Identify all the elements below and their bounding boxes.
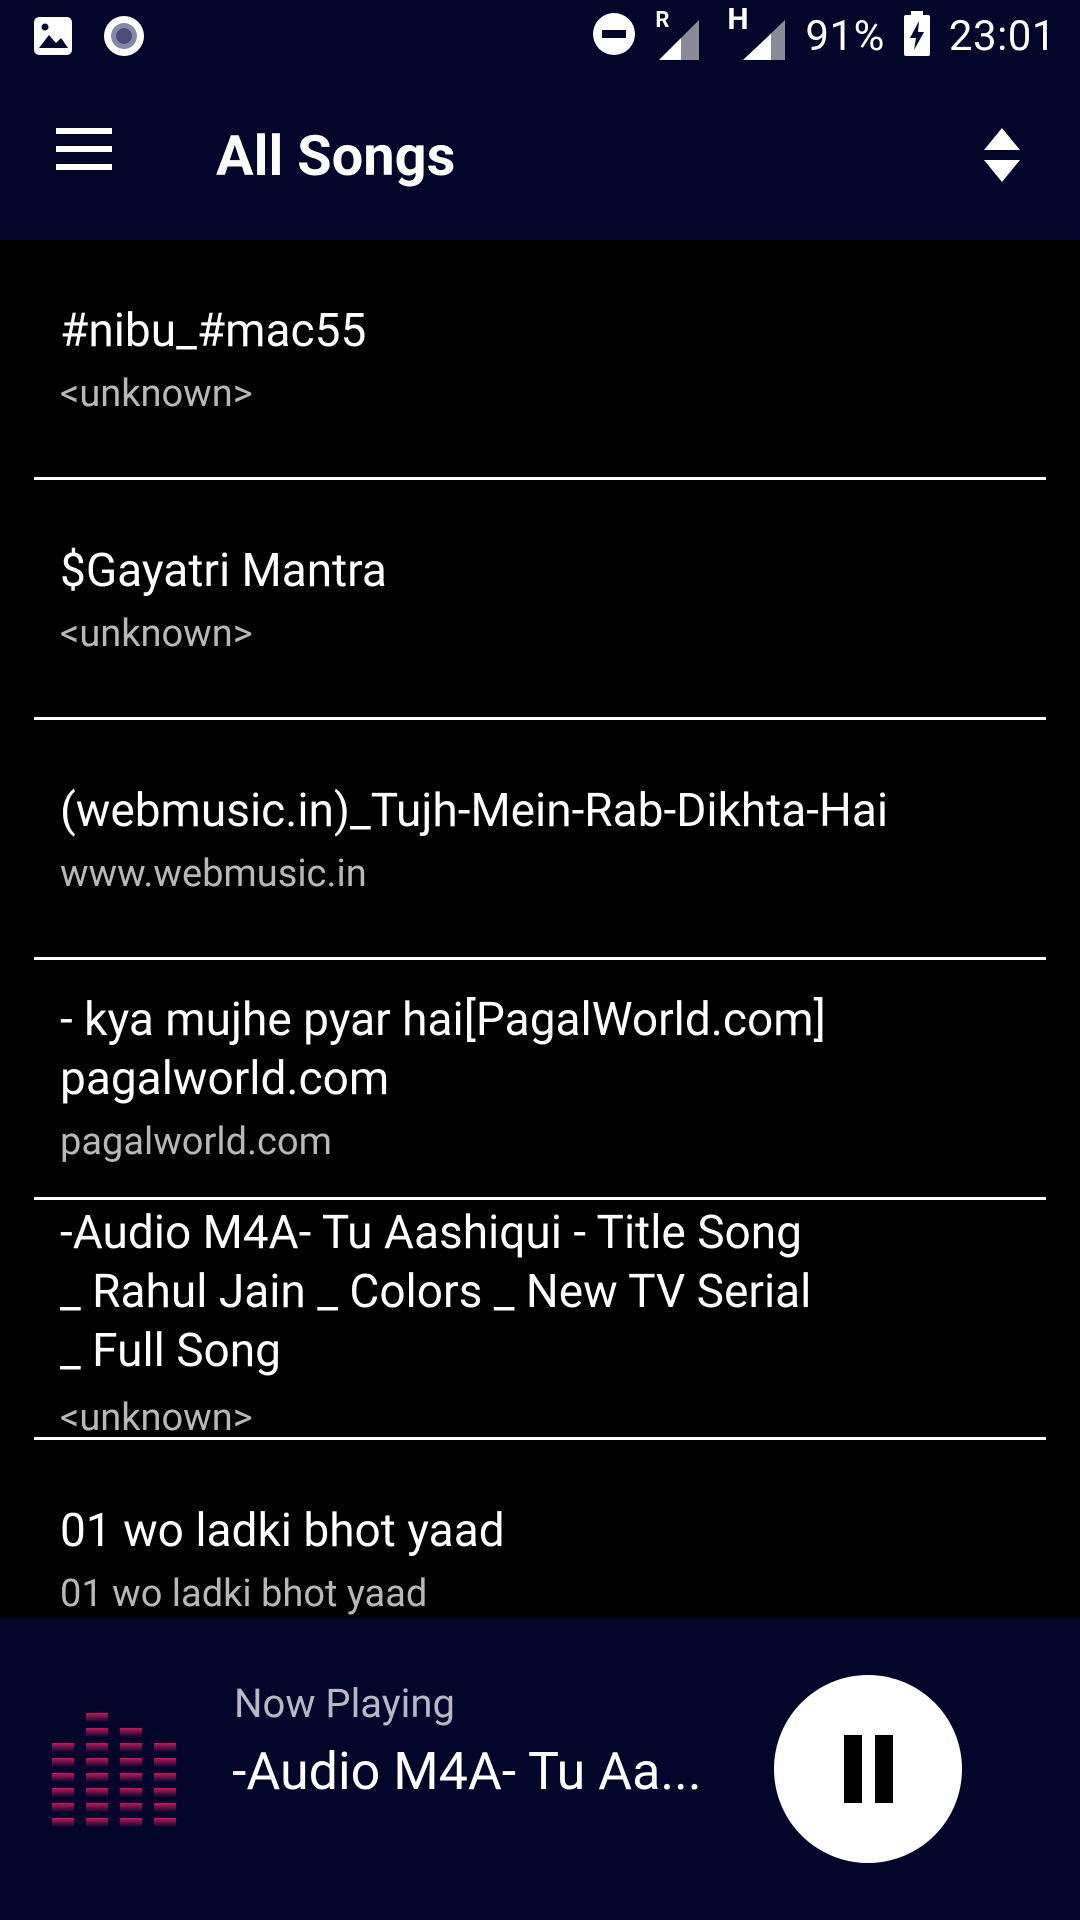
pause-button[interactable]	[774, 1675, 962, 1863]
song-item[interactable]: -Audio M4A- Tu Aashiqui - Title Song _ R…	[34, 1200, 1046, 1440]
sort-icon	[984, 128, 1020, 182]
gallery-icon	[32, 15, 74, 61]
menu-icon	[56, 128, 112, 170]
song-artist: <unknown>	[60, 372, 253, 416]
song-artist: <unknown>	[60, 612, 253, 656]
battery-charging-icon	[903, 11, 931, 61]
song-item[interactable]: 01 wo ladki bhot yaad 01 wo ladki bhot y…	[34, 1440, 1046, 1618]
song-item[interactable]: $Gayatri Mantra <unknown>	[34, 480, 1046, 720]
signal-icon	[743, 20, 786, 60]
song-title: (webmusic.in)_Tujh-Mein-Rab-Dikhta-Hai	[60, 784, 889, 838]
song-title: -Audio M4A- Tu Aashiqui - Title Song _ R…	[60, 1206, 812, 1378]
status-bar: R H 91% 23:01	[0, 0, 1080, 72]
song-artist: pagalworld.com	[60, 1120, 332, 1164]
now-playing-label: Now Playing	[234, 1680, 455, 1727]
do-not-disturb-icon	[591, 11, 637, 61]
page-title: All Songs	[216, 123, 456, 189]
song-artist: 01 wo ladki bhot yaad	[60, 1572, 428, 1616]
app-bar: All Songs	[0, 72, 1080, 240]
sort-button[interactable]	[964, 118, 1040, 194]
song-title: - kya mujhe pyar hai[PagalWorld.com] pag…	[60, 993, 826, 1106]
now-playing-title: -Audio M4A- Tu Aa...	[232, 1741, 702, 1802]
song-item[interactable]: (webmusic.in)_Tujh-Mein-Rab-Dikhta-Hai w…	[34, 720, 1046, 960]
song-title: #nibu_#mac55	[60, 304, 367, 358]
song-item[interactable]: - kya mujhe pyar hai[PagalWorld.com] pag…	[34, 960, 1046, 1200]
song-title: $Gayatri Mantra	[60, 544, 387, 598]
circle-notification-icon	[102, 14, 146, 62]
song-item[interactable]: #nibu_#mac55 <unknown>	[34, 240, 1046, 480]
menu-button[interactable]	[40, 116, 128, 196]
network-type: H	[727, 2, 787, 64]
song-artist: <unknown>	[60, 1396, 253, 1440]
equalizer-icon	[52, 1713, 176, 1827]
song-artist: www.webmusic.in	[60, 852, 367, 896]
signal-roaming-icon: R	[655, 8, 709, 64]
now-playing-bar[interactable]: Now Playing -Audio M4A- Tu Aa...	[0, 1618, 1080, 1920]
song-title: 01 wo ladki bhot yaad	[60, 1504, 505, 1558]
battery-percent: 91%	[805, 11, 885, 61]
song-list[interactable]: #nibu_#mac55 <unknown> $Gayatri Mantra <…	[0, 240, 1080, 1618]
clock: 23:01	[948, 11, 1056, 61]
